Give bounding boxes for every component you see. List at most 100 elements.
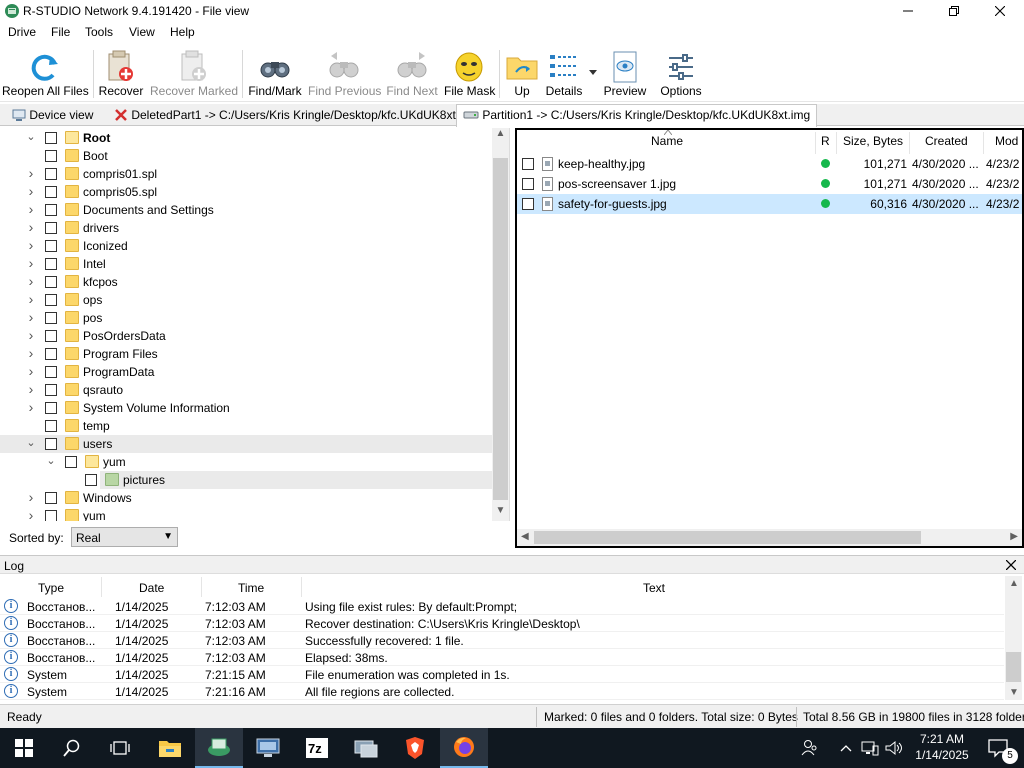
tree-checkbox[interactable]: [45, 186, 57, 198]
chevron-right-icon[interactable]: ›: [25, 292, 37, 306]
search-button[interactable]: [48, 728, 96, 768]
tray-volume[interactable]: [882, 728, 906, 768]
log-row[interactable]: i System 1/14/2025 7:21:16 AM All file regio…: [0, 683, 1004, 700]
scroll-up-arrow-icon[interactable]: ▲: [1009, 578, 1019, 589]
column-header-name[interactable]: Name: [651, 134, 683, 148]
find-mark-button[interactable]: Find/Mark: [246, 44, 304, 102]
details-button[interactable]: Details: [544, 44, 584, 102]
tree-item-ops[interactable]: › ops: [0, 291, 492, 309]
log-row[interactable]: i Восстанов... 1/14/2025 7:12:03 AM Recover …: [0, 615, 1004, 632]
tree-checkbox[interactable]: [45, 150, 57, 162]
recover-marked-button[interactable]: Recover Marked: [150, 44, 238, 102]
menu-drive[interactable]: Drive: [8, 25, 36, 39]
scroll-thumb[interactable]: [493, 158, 508, 500]
scroll-up-arrow-icon[interactable]: ▲: [492, 128, 509, 144]
column-header-size[interactable]: Size, Bytes: [843, 134, 903, 148]
up-button[interactable]: Up: [502, 44, 542, 102]
tree-item-iconized[interactable]: › Iconized: [0, 237, 492, 255]
tab-partition1[interactable]: Partition1 -> C:/Users/Kris Kringle/Desk…: [456, 104, 818, 127]
log-column-date[interactable]: Date: [139, 581, 164, 595]
file-row[interactable]: keep-healthy.jpg 101,271 4/30/2020 ... 4/23…: [517, 154, 1022, 174]
taskbar-firefox[interactable]: [440, 728, 488, 768]
sort-select[interactable]: Real ▼: [71, 527, 178, 547]
tree-checkbox[interactable]: [45, 330, 57, 342]
tree-item-intel[interactable]: › Intel: [0, 255, 492, 273]
taskbar-file-explorer[interactable]: [146, 728, 194, 768]
tree-item-pos[interactable]: › pos: [0, 309, 492, 327]
chevron-down-icon[interactable]: ⌄: [25, 131, 37, 143]
chevron-right-icon[interactable]: ›: [25, 220, 37, 234]
menu-tools[interactable]: Tools: [85, 25, 113, 39]
preview-button[interactable]: Preview: [602, 44, 648, 102]
tab-device-view[interactable]: Device view: [6, 105, 99, 126]
tree-item-compris05-spl[interactable]: › compris05.spl: [0, 183, 492, 201]
tree-checkbox[interactable]: [85, 474, 97, 486]
tree-item-qsrauto[interactable]: › qsrauto: [0, 381, 492, 399]
taskbar-7zip[interactable]: 7z: [293, 728, 341, 768]
menu-file[interactable]: File: [51, 25, 70, 39]
file-row[interactable]: pos-screensaver 1.jpg 101,271 4/30/2020 ..…: [517, 174, 1022, 194]
chevron-right-icon[interactable]: ›: [25, 202, 37, 216]
find-previous-button[interactable]: Find Previous: [308, 44, 381, 102]
taskbar-r-studio[interactable]: [195, 728, 243, 768]
close-button[interactable]: [977, 0, 1023, 22]
menu-help[interactable]: Help: [170, 25, 195, 39]
taskbar-app-generic[interactable]: [342, 728, 390, 768]
find-next-button[interactable]: Find Next: [384, 44, 440, 102]
chevron-right-icon[interactable]: ›: [25, 310, 37, 324]
chevron-right-icon[interactable]: ›: [25, 238, 37, 252]
scroll-thumb[interactable]: [534, 531, 921, 544]
chevron-right-icon[interactable]: ›: [25, 256, 37, 270]
tray-people[interactable]: [796, 728, 824, 768]
chevron-right-icon[interactable]: ›: [25, 274, 37, 288]
tree-item-users[interactable]: ⌄ users: [0, 435, 492, 453]
log-row[interactable]: i Восстанов... 1/14/2025 7:12:03 AM Using fi…: [0, 598, 1004, 615]
action-center-button[interactable]: 5: [978, 728, 1018, 768]
start-button[interactable]: [0, 728, 48, 768]
tree-item-system-volume-information[interactable]: › System Volume Information: [0, 399, 492, 417]
file-checkbox[interactable]: [522, 158, 534, 170]
scroll-down-arrow-icon[interactable]: ▼: [492, 505, 509, 521]
tree-vertical-scrollbar[interactable]: ▲ ▼: [492, 128, 509, 521]
scroll-left-arrow-icon[interactable]: ◀: [521, 531, 529, 542]
column-header-r[interactable]: R: [821, 134, 830, 148]
scroll-right-arrow-icon[interactable]: ▶: [1010, 531, 1018, 542]
tree-checkbox[interactable]: [45, 510, 57, 521]
tree-item-programdata[interactable]: › ProgramData: [0, 363, 492, 381]
close-icon[interactable]: [1006, 560, 1016, 570]
tray-show-hidden[interactable]: [836, 728, 856, 768]
tree-checkbox[interactable]: [45, 492, 57, 504]
tree-item-yum[interactable]: › yum: [0, 507, 492, 521]
tree-checkbox[interactable]: [45, 240, 57, 252]
tree-checkbox[interactable]: [45, 276, 57, 288]
tray-network[interactable]: [858, 728, 882, 768]
tree-item-drivers[interactable]: › drivers: [0, 219, 492, 237]
chevron-right-icon[interactable]: ›: [25, 400, 37, 414]
tree-checkbox[interactable]: [45, 402, 57, 414]
log-column-time[interactable]: Time: [238, 581, 264, 595]
file-checkbox[interactable]: [522, 178, 534, 190]
tab-deletedpart1[interactable]: DeletedPart1 -> C:/Users/Kris Kringle/De…: [108, 105, 484, 126]
file-row[interactable]: safety-for-guests.jpg 60,316 4/30/2020 ...…: [517, 194, 1022, 214]
tree-checkbox[interactable]: [45, 222, 57, 234]
chevron-down-icon[interactable]: ⌄: [45, 455, 57, 467]
chevron-right-icon[interactable]: ›: [25, 364, 37, 378]
menu-view[interactable]: View: [129, 25, 155, 39]
log-column-text[interactable]: Text: [643, 581, 665, 595]
file-mask-button[interactable]: File Mask: [444, 44, 495, 102]
log-vertical-scrollbar[interactable]: ▲ ▼: [1005, 576, 1022, 700]
log-row[interactable]: i Восстанов... 1/14/2025 7:12:03 AM Elapsed:…: [0, 649, 1004, 666]
tree-checkbox[interactable]: [45, 366, 57, 378]
taskbar-clock[interactable]: 7:21 AM 1/14/2025: [910, 731, 974, 763]
tree-item-windows[interactable]: › Windows: [0, 489, 492, 507]
task-view-button[interactable]: [96, 728, 144, 768]
tree-checkbox[interactable]: [45, 420, 57, 432]
tree-item-temp[interactable]: temp: [0, 417, 492, 435]
tree-item-documents-and-settings[interactable]: › Documents and Settings: [0, 201, 492, 219]
tree-checkbox[interactable]: [45, 294, 57, 306]
log-row[interactable]: i Восстанов... 1/14/2025 7:12:03 AM Successf…: [0, 632, 1004, 649]
chevron-right-icon[interactable]: ›: [25, 328, 37, 342]
tree-checkbox[interactable]: [65, 456, 77, 468]
tree-checkbox[interactable]: [45, 258, 57, 270]
chevron-right-icon[interactable]: ›: [25, 166, 37, 180]
